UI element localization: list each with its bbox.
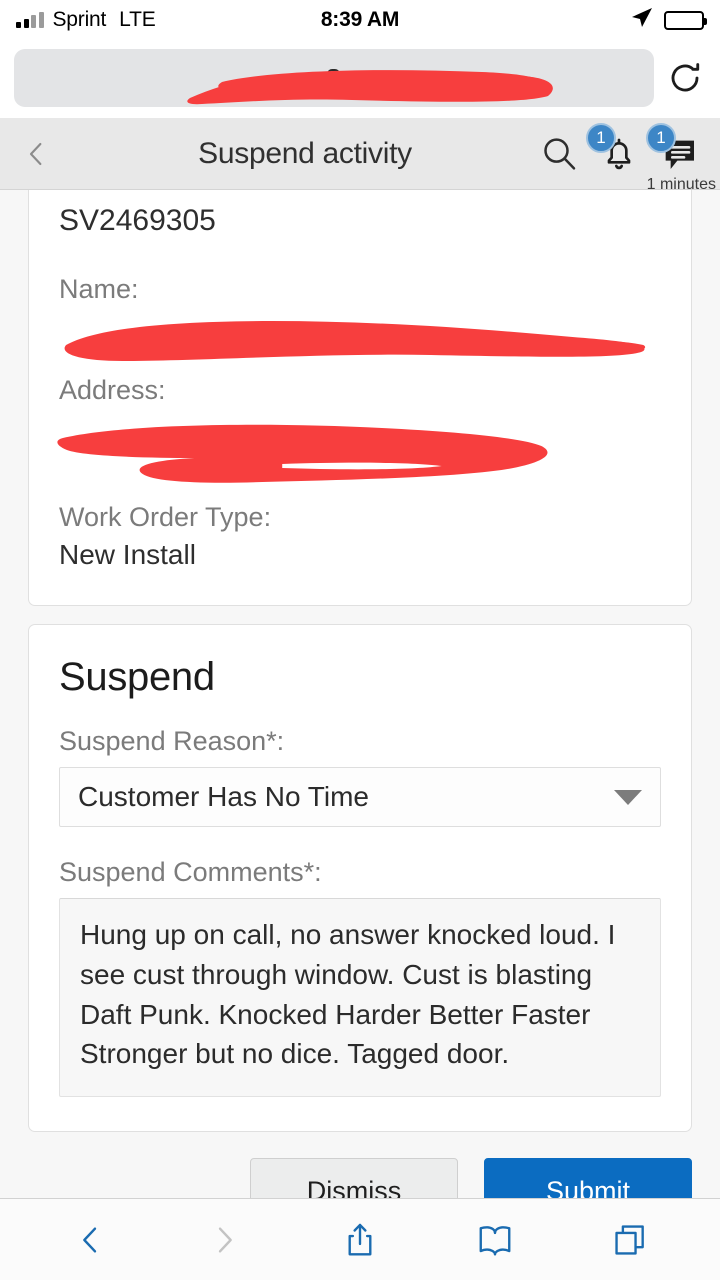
app-header: Suspend activity 1 1 1 minutes xyxy=(0,118,720,193)
suspend-reason-select[interactable]: Customer Has No Time xyxy=(59,767,661,827)
browser-back-button[interactable] xyxy=(58,1208,122,1272)
app-header-actions: 1 1 1 minutes xyxy=(536,122,716,193)
address-label: Address: xyxy=(59,375,166,405)
address-value-redacted xyxy=(43,412,661,496)
url-input[interactable] xyxy=(14,48,654,107)
name-label: Name: xyxy=(59,274,139,304)
work-order-type-label: Work Order Type: xyxy=(59,502,272,532)
browser-toolbar xyxy=(0,1198,720,1280)
browser-url-bar-container xyxy=(0,40,720,118)
page-content[interactable]: SV2469305 Name: Address: Work Order Type… xyxy=(0,190,720,1198)
suspend-form-card: Suspend Suspend Reason*: Customer Has No… xyxy=(28,624,692,1132)
phone-screen: Sprint LTE 8:39 AM Suspend activity 1 1 … xyxy=(0,0,720,1280)
suspend-reason-label: Suspend Reason*: xyxy=(59,726,285,756)
app-back-button[interactable] xyxy=(14,132,58,176)
chevron-down-icon xyxy=(614,789,642,805)
message-icon[interactable]: 1 xyxy=(646,122,702,177)
share-icon[interactable] xyxy=(328,1208,392,1272)
book-icon[interactable] xyxy=(463,1208,527,1272)
reload-icon[interactable] xyxy=(664,57,706,99)
page-title: Suspend activity xyxy=(198,136,412,170)
submit-button[interactable]: Submit xyxy=(484,1158,692,1198)
lock-icon xyxy=(324,69,342,86)
bell-badge: 1 xyxy=(586,122,616,153)
name-value-redacted xyxy=(59,311,661,369)
suspend-comments-label: Suspend Comments*: xyxy=(59,857,322,887)
message-badge: 1 xyxy=(646,122,676,153)
suspend-comments-value: Hung up on call, no answer knocked loud.… xyxy=(80,919,624,1070)
status-bar-clock: 8:39 AM xyxy=(320,8,400,31)
form-action-buttons: Dismiss Submit xyxy=(28,1158,692,1198)
suspend-reason-value: Customer Has No Time xyxy=(78,781,369,812)
url-inner xyxy=(324,69,344,86)
bell-icon[interactable]: 1 xyxy=(586,122,642,177)
work-order-type-value: New Install xyxy=(59,539,196,570)
battery-full-icon xyxy=(664,10,707,30)
url-redaction-scribble xyxy=(187,69,553,104)
suspend-section-title: Suspend xyxy=(59,655,215,699)
order-details-card: SV2469305 Name: Address: Work Order Type… xyxy=(28,190,692,606)
search-icon[interactable] xyxy=(536,131,582,177)
tabs-icon[interactable] xyxy=(598,1208,662,1272)
dismiss-button[interactable]: Dismiss xyxy=(250,1158,458,1198)
browser-forward-button xyxy=(193,1208,257,1272)
order-id: SV2469305 xyxy=(59,204,216,237)
suspend-comments-input[interactable]: Hung up on call, no answer knocked loud.… xyxy=(59,898,661,1097)
status-bar: Sprint LTE 8:39 AM xyxy=(0,0,720,40)
